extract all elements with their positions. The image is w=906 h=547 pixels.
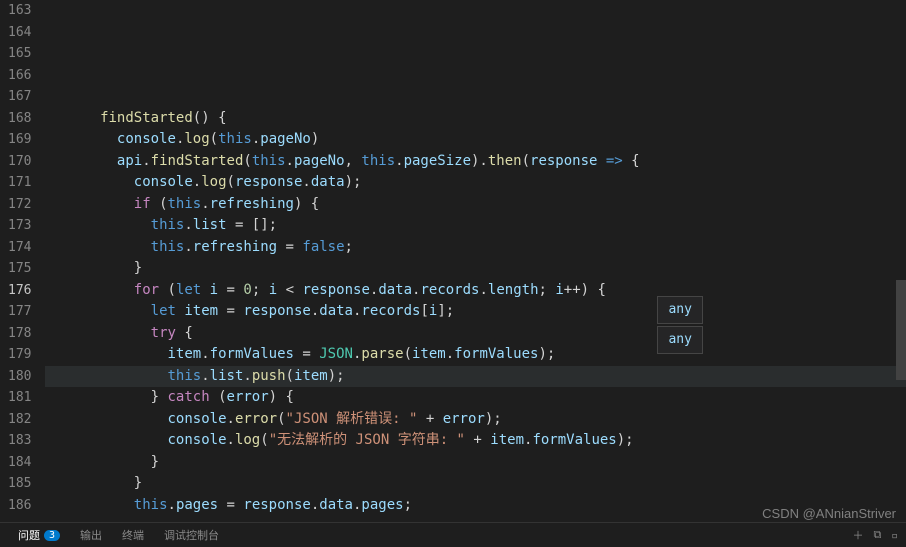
- line-number: 180: [8, 366, 31, 388]
- code-line[interactable]: console.log(this.pageNo): [45, 129, 906, 151]
- code-line[interactable]: console.log("无法解析的 JSON 字符串: " + item.fo…: [45, 430, 906, 452]
- line-number: 181: [8, 387, 31, 409]
- editor-area: 1631641651661671681691701711721731741751…: [0, 0, 906, 522]
- panel-right-icons: ＋ ⧉ ▫: [853, 527, 906, 543]
- terminal-icon[interactable]: ⧉: [874, 528, 882, 542]
- line-number: 172: [8, 194, 31, 216]
- line-number: 183: [8, 430, 31, 452]
- code-line[interactable]: if (this.refreshing) {: [45, 194, 906, 216]
- line-number: 173: [8, 215, 31, 237]
- line-number: 182: [8, 409, 31, 431]
- line-number: 186: [8, 495, 31, 517]
- line-number: 164: [8, 22, 31, 44]
- code-line[interactable]: for (let i = 0; i < response.data.record…: [45, 280, 906, 302]
- bottom-panel: 问题 3 输出 终端 调试控制台 ＋ ⧉ ▫: [0, 522, 906, 547]
- vertical-scrollbar[interactable]: [894, 0, 906, 522]
- code-line[interactable]: this.list.push(item);: [45, 366, 906, 388]
- code-line[interactable]: item.formValues = JSON.parse(item.formVa…: [45, 344, 906, 366]
- code-line[interactable]: findStarted() {: [45, 108, 906, 130]
- type-hint-tooltip: any: [657, 326, 702, 354]
- code-line[interactable]: [45, 86, 906, 108]
- line-number: 167: [8, 86, 31, 108]
- line-number: 174: [8, 237, 31, 259]
- line-number: 177: [8, 301, 31, 323]
- maximize-icon[interactable]: ▫: [891, 529, 898, 542]
- plus-icon[interactable]: ＋: [853, 527, 864, 543]
- code-line[interactable]: [45, 516, 906, 522]
- line-number: 168: [8, 108, 31, 130]
- code-line[interactable]: api.findStarted(this.pageNo, this.pageSi…: [45, 151, 906, 173]
- line-number: 178: [8, 323, 31, 345]
- line-number: 179: [8, 344, 31, 366]
- line-number: 165: [8, 43, 31, 65]
- code-line[interactable]: try {: [45, 323, 906, 345]
- line-number: 175: [8, 258, 31, 280]
- line-number: 185: [8, 473, 31, 495]
- code-line[interactable]: this.refreshing = false;: [45, 237, 906, 259]
- line-number: 169: [8, 129, 31, 151]
- code-line[interactable]: }: [45, 452, 906, 474]
- line-gutter: 1631641651661671681691701711721731741751…: [0, 0, 45, 522]
- code-line[interactable]: }: [45, 258, 906, 280]
- line-number: 184: [8, 452, 31, 474]
- code-line[interactable]: let item = response.data.records[i];: [45, 301, 906, 323]
- scroll-thumb[interactable]: [896, 280, 906, 380]
- tab-problems-label: 问题: [18, 527, 40, 543]
- line-number: 170: [8, 151, 31, 173]
- code-line[interactable]: } catch (error) {: [45, 387, 906, 409]
- tab-debug-console[interactable]: 调试控制台: [154, 523, 229, 547]
- code-line[interactable]: console.error("JSON 解析错误: " + error);: [45, 409, 906, 431]
- code-area[interactable]: any any findStarted() { console.log(this…: [45, 0, 906, 522]
- code-line[interactable]: this.list = [];: [45, 215, 906, 237]
- tab-terminal[interactable]: 终端: [112, 523, 154, 547]
- line-number: 163: [8, 0, 31, 22]
- code-line[interactable]: console.log(response.data);: [45, 172, 906, 194]
- line-number: 176: [8, 280, 31, 302]
- code-line[interactable]: this.pages = response.data.pages;: [45, 495, 906, 517]
- line-number: 166: [8, 65, 31, 87]
- type-hint-tooltip: any: [657, 296, 702, 324]
- problems-badge: 3: [44, 530, 60, 541]
- line-number: 171: [8, 172, 31, 194]
- tab-problems[interactable]: 问题 3: [8, 523, 70, 547]
- tab-output[interactable]: 输出: [70, 523, 112, 547]
- code-line[interactable]: }: [45, 473, 906, 495]
